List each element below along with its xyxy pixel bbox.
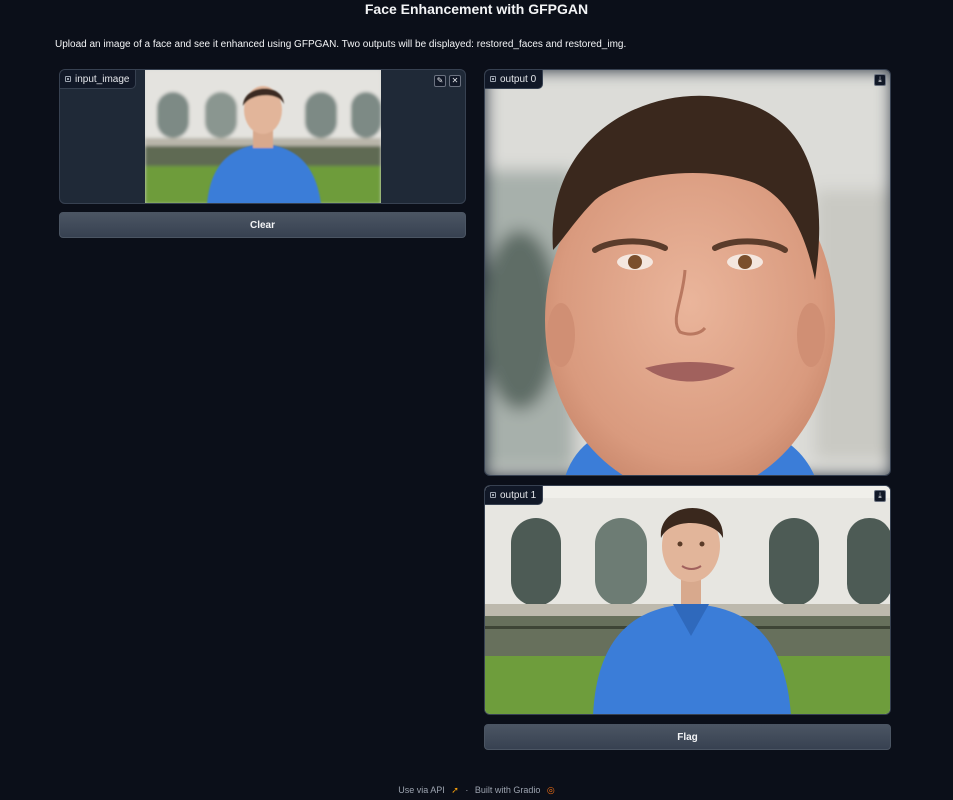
image-icon	[490, 76, 496, 82]
restored-face-graphic	[485, 70, 890, 475]
download-icon[interactable]: ⤓	[874, 490, 886, 502]
gradio-logo-icon: ◎	[546, 785, 555, 795]
image-icon	[490, 492, 496, 498]
restored-image-graphic	[485, 486, 890, 714]
output-1-label-text: output 1	[500, 489, 537, 501]
input-image-label: input_image	[60, 70, 137, 89]
rocket-icon: ➚	[451, 785, 459, 795]
page-description: Upload an image of a face and see it enh…	[55, 39, 627, 50]
output-0-image	[485, 70, 890, 475]
page-title: Face Enhancement with GFPGAN	[364, 1, 589, 17]
input-image-panel[interactable]: input_image ✎ ✕	[59, 69, 466, 204]
built-with-gradio-link[interactable]: Built with Gradio	[475, 785, 541, 795]
image-icon	[65, 76, 71, 82]
app-root: Face Enhancement with GFPGAN Upload an i…	[0, 0, 953, 800]
output-1-label: output 1	[485, 486, 544, 505]
pencil-icon[interactable]: ✎	[434, 75, 446, 87]
close-icon[interactable]: ✕	[449, 75, 461, 87]
input-image-preview	[145, 70, 381, 203]
output-0-label: output 0	[485, 70, 544, 89]
clear-button[interactable]: Clear	[59, 212, 466, 238]
footer-separator: ·	[465, 785, 469, 795]
output-0-panel: output 0 ⤓	[484, 69, 891, 476]
output-1-panel: output 1 ⤓	[484, 485, 891, 715]
output-1-image	[485, 486, 890, 714]
input-photo-graphic	[145, 70, 381, 203]
download-icon[interactable]: ⤓	[874, 74, 886, 86]
input-image-label-text: input_image	[75, 73, 130, 85]
footer: Use via API ➚ · Built with Gradio ◎	[0, 785, 953, 796]
flag-button[interactable]: Flag	[484, 724, 891, 750]
output-0-label-text: output 0	[500, 73, 537, 85]
use-via-api-link[interactable]: Use via API	[398, 785, 445, 795]
